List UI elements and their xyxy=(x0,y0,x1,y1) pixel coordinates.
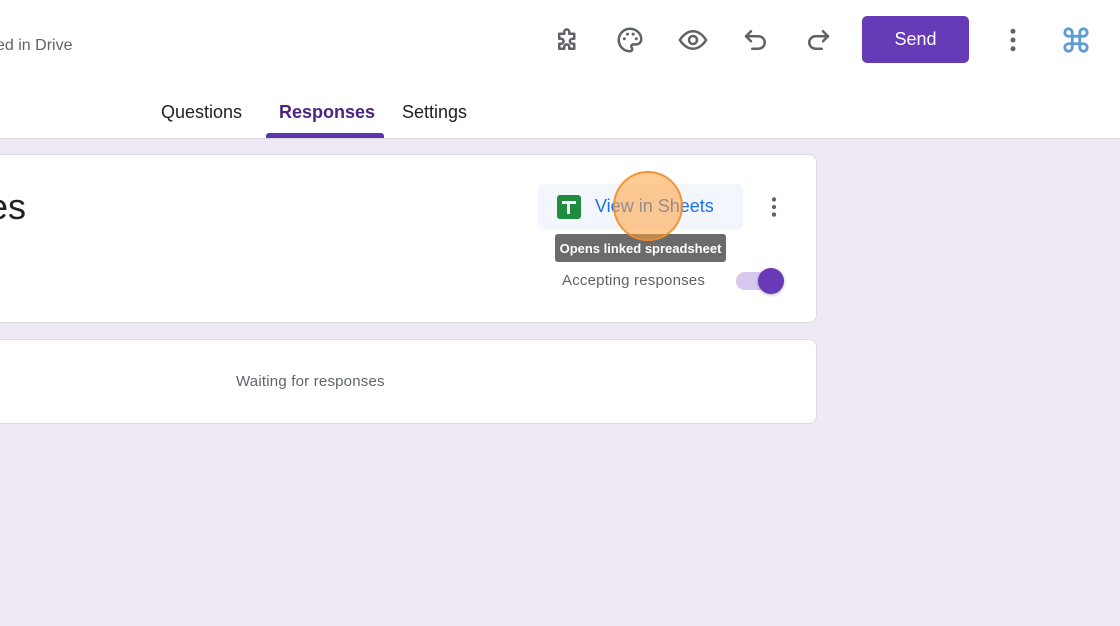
waiting-card xyxy=(0,339,817,424)
accepting-responses-label: Accepting responses xyxy=(562,272,706,289)
view-in-sheets-label: View in Sheets xyxy=(595,196,714,216)
sheets-icon xyxy=(557,195,581,219)
top-bar: ed in Drive Send Questions Responses Set… xyxy=(0,0,1120,139)
waiting-for-responses-text: Waiting for responses xyxy=(236,373,385,390)
responses-title: ses xyxy=(0,186,27,227)
send-button[interactable]: Send xyxy=(862,16,969,63)
command-icon[interactable] xyxy=(1056,20,1096,60)
view-in-sheets-button[interactable]: View in Sheets xyxy=(538,184,743,230)
redo-icon[interactable] xyxy=(798,20,838,60)
active-tab-indicator xyxy=(266,133,384,138)
more-vert-icon[interactable] xyxy=(993,20,1033,60)
palette-icon[interactable] xyxy=(610,20,650,60)
toggle-knob[interactable] xyxy=(758,268,784,294)
sheets-tooltip: Opens linked spreadsheet xyxy=(555,234,726,262)
responses-more-icon[interactable] xyxy=(757,190,791,224)
tab-questions[interactable]: Questions xyxy=(161,102,242,123)
preview-eye-icon[interactable] xyxy=(673,20,713,60)
extension-icon[interactable] xyxy=(548,20,588,60)
tab-settings[interactable]: Settings xyxy=(402,102,467,123)
tab-responses[interactable]: Responses xyxy=(279,102,375,123)
saved-status: ed in Drive xyxy=(0,37,73,54)
undo-icon[interactable] xyxy=(736,20,776,60)
